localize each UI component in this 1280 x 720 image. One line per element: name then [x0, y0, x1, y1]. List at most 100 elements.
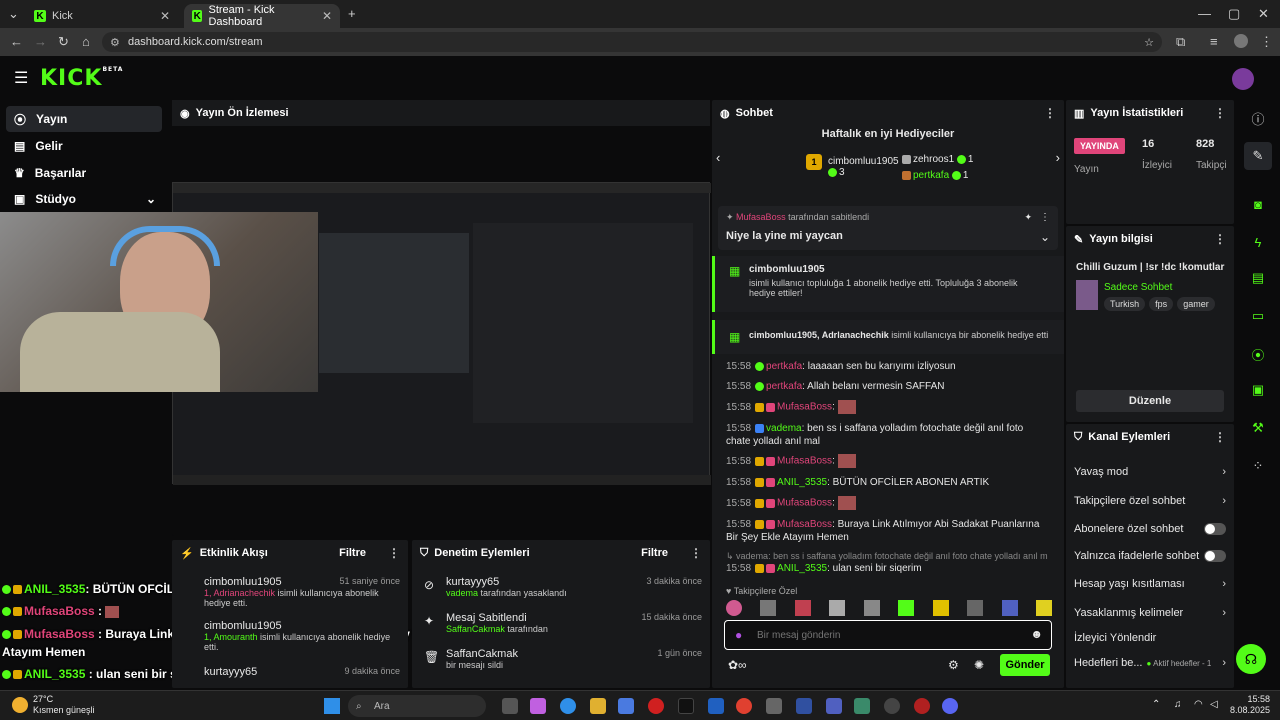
- bookmark-star-icon[interactable]: ☆: [1144, 36, 1154, 49]
- chevron-down-icon[interactable]: ⌄: [1040, 230, 1050, 244]
- action-followers-only[interactable]: Takipçilere özel sohbet ›: [1074, 495, 1226, 507]
- emote-icon[interactable]: [898, 600, 915, 616]
- gift-icon[interactable]: ✺: [974, 658, 984, 672]
- chevron-right-icon[interactable]: ›: [1056, 150, 1060, 165]
- lightning-icon[interactable]: ϟ: [1244, 228, 1272, 256]
- toggle-switch[interactable]: [1204, 523, 1226, 535]
- extensions-icon[interactable]: ⧉: [1176, 34, 1185, 50]
- edit-pencil-icon[interactable]: ✎: [1244, 142, 1272, 170]
- emote-icon[interactable]: [726, 600, 742, 616]
- copilot-icon[interactable]: [530, 698, 546, 714]
- action-emote-only[interactable]: Yalnızca ifadelerle sohbet: [1074, 550, 1226, 562]
- gifter[interactable]: cimbomluu1905 3: [828, 156, 899, 178]
- tray-chevron-icon[interactable]: ⌃: [1152, 699, 1160, 710]
- chat-bubble-icon[interactable]: ▭: [1244, 302, 1272, 330]
- chrome-icon[interactable]: [736, 698, 752, 714]
- window-close-icon[interactable]: ✕: [1258, 6, 1269, 22]
- volume-icon[interactable]: ◁: [1210, 699, 1218, 710]
- chat-message[interactable]: 15:58 ANIL_3535: BÜTÜN OFCİLER ABONEN ART…: [726, 476, 1048, 489]
- support-headset-icon[interactable]: ☊: [1236, 644, 1266, 674]
- clock[interactable]: 15:58 8.08.2025: [1226, 694, 1270, 716]
- site-info-icon[interactable]: ⚙: [110, 36, 120, 49]
- forward-icon[interactable]: →: [34, 34, 47, 49]
- gifter[interactable]: zehroos1 1: [902, 154, 973, 165]
- home-icon[interactable]: ⌂: [82, 34, 90, 49]
- filter-button[interactable]: Filtre: [641, 547, 668, 559]
- action-goals[interactable]: Hedefleri be... ● Aktif hedefler - 1 ›: [1074, 657, 1226, 669]
- new-tab-icon[interactable]: +: [348, 6, 356, 21]
- chat-input[interactable]: [757, 627, 1017, 643]
- chat-message[interactable]: 15:58 vadema: ben ss i saffana yolladım f…: [726, 422, 1048, 448]
- task-view-icon[interactable]: [502, 698, 518, 714]
- chat-message[interactable]: 15:58 MufasaBoss:: [726, 454, 1048, 468]
- chat-message[interactable]: 15:58 ANIL_3535: ulan seni bir siqerim: [726, 562, 1048, 575]
- app-icon[interactable]: [854, 698, 870, 714]
- sidebar-item-basarilar[interactable]: ♛ Başarılar: [6, 160, 162, 186]
- sidebar-item-yayin[interactable]: ⦿ Yayın: [6, 106, 162, 132]
- obs-icon[interactable]: [884, 698, 900, 714]
- action-account-age[interactable]: Hesap yaşı kısıtlaması ›: [1074, 578, 1226, 590]
- wrench-icon[interactable]: ⚒: [1244, 414, 1272, 442]
- more-icon[interactable]: ⋮: [1040, 212, 1050, 223]
- store-icon[interactable]: [618, 698, 634, 714]
- more-icon[interactable]: ⋮: [1214, 232, 1226, 246]
- close-icon[interactable]: ✕: [160, 9, 170, 23]
- filter-button[interactable]: Filtre: [339, 547, 366, 559]
- kick-logo[interactable]: KICKBETA: [40, 66, 123, 91]
- more-icon[interactable]: ⋮: [1214, 106, 1226, 120]
- pinned-message[interactable]: ✦ MufasaBoss tarafından sabitlendi Niye …: [718, 206, 1058, 250]
- tab-search-icon[interactable]: ⌄: [8, 6, 19, 22]
- category-name[interactable]: Sadece Sohbet: [1104, 282, 1172, 293]
- document-icon[interactable]: ▤: [1244, 264, 1272, 292]
- send-button[interactable]: Gönder: [1000, 654, 1050, 676]
- opera-icon[interactable]: [648, 698, 664, 714]
- emote-icon[interactable]: [829, 600, 846, 616]
- emote-icon[interactable]: [932, 600, 949, 616]
- edit-button[interactable]: Düzenle: [1076, 390, 1224, 412]
- minimize-icon[interactable]: —: [1198, 6, 1211, 21]
- windows-start-icon[interactable]: [324, 698, 340, 714]
- tag[interactable]: gamer: [1177, 297, 1215, 311]
- emote-icon[interactable]: [1001, 600, 1018, 616]
- hamburger-menu-icon[interactable]: ☰: [14, 68, 28, 88]
- apps-icon[interactable]: ⁘: [1244, 452, 1272, 480]
- app-icon[interactable]: [914, 698, 930, 714]
- unpin-icon[interactable]: ✦: [1024, 212, 1032, 223]
- outlook-icon[interactable]: [708, 698, 724, 714]
- more-icon[interactable]: ⋮: [1214, 430, 1226, 444]
- chat-message[interactable]: 15:58 MufasaBoss:: [726, 496, 1048, 510]
- info-icon[interactable]: ⓘ: [1244, 104, 1272, 132]
- close-icon[interactable]: ✕: [322, 9, 332, 23]
- chat-message[interactable]: 15:58 pertkafa: laaaaan sen bu karıyımı i…: [726, 360, 1048, 373]
- maximize-icon[interactable]: ▢: [1228, 6, 1240, 22]
- user-avatar[interactable]: [1232, 68, 1254, 90]
- action-slow-mode[interactable]: Yavaş mod ›: [1074, 466, 1226, 478]
- broadcast-icon[interactable]: ⦿: [1244, 340, 1272, 368]
- app-icon[interactable]: [766, 698, 782, 714]
- chat-settings-icon[interactable]: ✿∞: [728, 658, 747, 672]
- microphone-icon[interactable]: ♫: [1174, 699, 1182, 710]
- back-icon[interactable]: ←: [10, 34, 23, 49]
- chevron-left-icon[interactable]: ‹: [716, 150, 720, 165]
- taskbar-search[interactable]: ⌕ Ara: [348, 695, 486, 717]
- browser-menu-icon[interactable]: ⋮: [1260, 34, 1273, 50]
- tiktok-icon[interactable]: [678, 698, 694, 714]
- gifter[interactable]: pertkafa 1: [902, 170, 968, 181]
- wifi-icon[interactable]: ◠: [1194, 699, 1203, 710]
- more-icon[interactable]: ⋮: [690, 546, 702, 560]
- emote-icon[interactable]: [967, 600, 984, 616]
- emote-icon[interactable]: [1035, 600, 1052, 616]
- chat-message[interactable]: 15:58 pertkafa: Allah belanı vermesin SAF…: [726, 380, 1048, 393]
- microphone-icon[interactable]: ●: [735, 628, 742, 642]
- action-host-viewers[interactable]: İzleyici Yönlendir: [1074, 632, 1226, 644]
- emote-icon[interactable]: [794, 600, 811, 616]
- teams-icon[interactable]: [826, 698, 842, 714]
- emoji-icon[interactable]: ☻: [1030, 627, 1043, 641]
- tag[interactable]: Turkish: [1104, 297, 1146, 311]
- tab-kick[interactable]: K Kick ✕: [26, 4, 178, 28]
- chat-message[interactable]: 15:58 MufasaBoss:: [726, 400, 1048, 414]
- action-banned-words[interactable]: Yasaklanmış kelimeler ›: [1074, 607, 1226, 619]
- sidebar-item-studyo[interactable]: ▣ Stüdyo ⌄: [6, 186, 162, 212]
- sidebar-item-gelir[interactable]: ▤ Gelir: [6, 133, 162, 159]
- game-app-icon[interactable]: [796, 698, 812, 714]
